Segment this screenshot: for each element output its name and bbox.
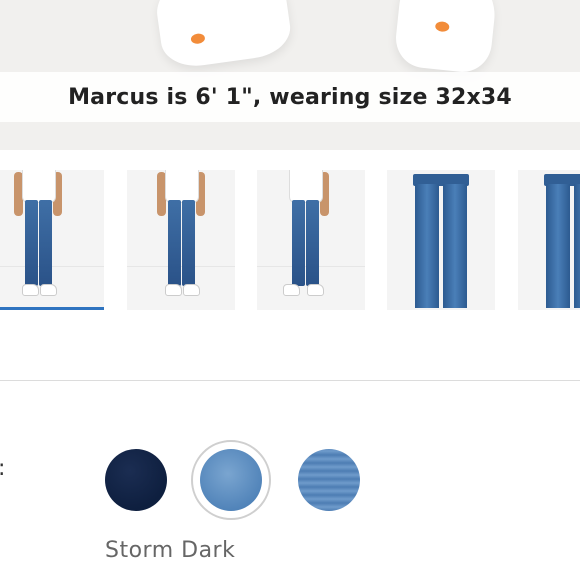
shoe-image-left xyxy=(152,0,294,71)
thumbnail-side-model[interactable] xyxy=(257,170,365,310)
model-size-caption: Marcus is 6' 1", wearing size 32x34 xyxy=(68,84,512,110)
thumbnail-carousel[interactable] xyxy=(0,170,580,312)
thumbnail-jeans-flat-front[interactable] xyxy=(387,170,495,310)
selected-color-name: Storm Dark xyxy=(105,538,236,563)
section-divider xyxy=(0,380,580,381)
color-swatch-dark-rinse[interactable] xyxy=(105,449,167,511)
color-swatch-storm-dark[interactable] xyxy=(200,449,262,511)
model-info-bar: Marcus is 6' 1", wearing size 32x34 xyxy=(0,72,580,122)
thumbnail-back-model[interactable] xyxy=(127,170,235,310)
thumbnail-front-model[interactable] xyxy=(0,170,104,310)
shoe-image-right xyxy=(393,0,499,75)
hero-image[interactable]: Marcus is 6' 1", wearing size 32x34 xyxy=(0,0,580,150)
color-swatch-light-wash[interactable] xyxy=(298,449,360,511)
thumbnail-jeans-flat-back[interactable] xyxy=(518,170,580,310)
color-label-suffix: : xyxy=(0,456,5,481)
